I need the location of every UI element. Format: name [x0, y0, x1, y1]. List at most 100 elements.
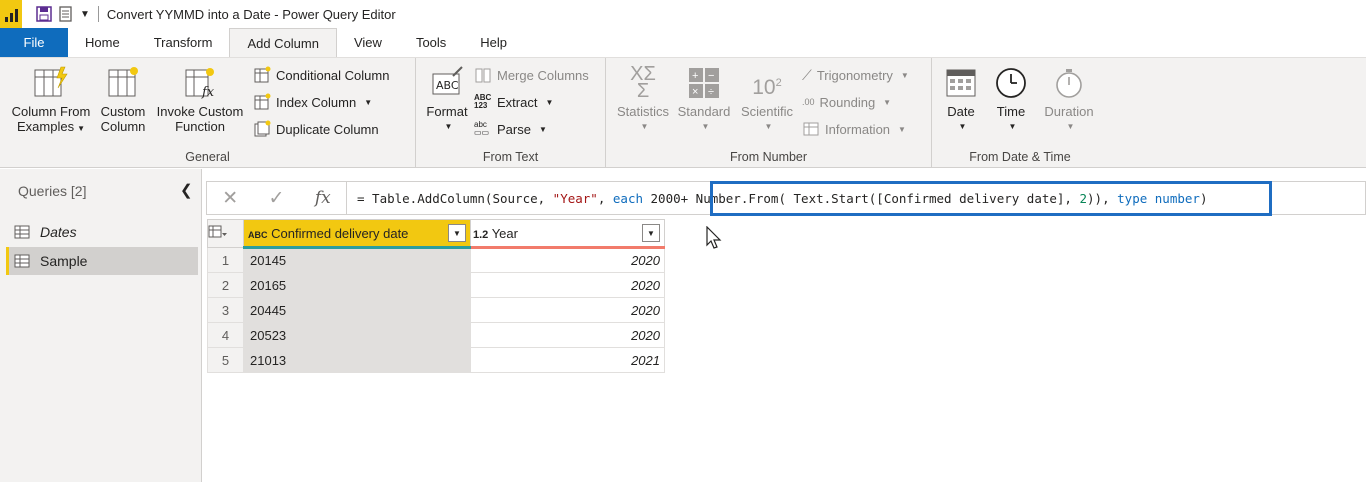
ribbon-tabs: File Home Transform Add Column View Tool… [0, 28, 1366, 58]
row-number[interactable]: 2 [207, 272, 244, 298]
cell-confirmed-delivery-date[interactable]: 20445 [243, 297, 471, 323]
row-number[interactable]: 3 [207, 297, 244, 323]
merge-columns-icon [475, 68, 491, 83]
date-label: Date [947, 104, 975, 119]
grid-header-row: ABC Confirmed delivery date ▼ 1.2 Year ▼ [207, 219, 665, 249]
information-button[interactable]: Information ▼ [802, 118, 906, 140]
cell-year[interactable]: 2020 [470, 247, 665, 273]
column-from-examples-icon [34, 66, 68, 97]
group-label-from-text: From Text [482, 150, 539, 164]
formula-buttons: ✕ ✓ fx [207, 182, 347, 214]
trigonometry-button[interactable]: ⟋ Trigonometry ▼ [802, 64, 909, 86]
information-icon [803, 122, 819, 136]
svg-text:−: − [708, 70, 714, 82]
column-from-examples-button[interactable]: Column From Examples ▼ [8, 66, 94, 136]
duration-label: Duration [1044, 104, 1094, 119]
row-number[interactable]: 5 [207, 347, 244, 373]
format-button[interactable]: ABC Format ▼ [422, 66, 472, 134]
statistics-icon: XΣ Σ [630, 63, 656, 102]
invoke-custom-function-button[interactable]: fx Invoke Custom Function [152, 66, 248, 134]
group-from-number: XΣ Σ Statistics ▼ + − × ÷ Standard ▼ 102 Sci… [606, 58, 932, 168]
cell-confirmed-delivery-date[interactable]: 20165 [243, 272, 471, 298]
parse-button[interactable]: abc ▭▭ Parse ▼ [474, 118, 547, 140]
table-icon [14, 225, 30, 239]
scientific-button[interactable]: 102 Scientific ▼ [736, 66, 798, 134]
power-bi-icon [0, 0, 22, 28]
title-bar: ▼ Convert YYMMD into a Date - Power Quer… [0, 0, 1366, 28]
rounding-icon: .00 [802, 97, 815, 107]
cell-confirmed-delivery-date[interactable]: 20145 [243, 247, 471, 273]
information-label: Information [825, 121, 891, 137]
cell-year[interactable]: 2021 [470, 347, 665, 373]
table-menu-button[interactable] [207, 219, 244, 248]
commit-icon[interactable]: ✓ [269, 187, 285, 210]
table-row: 2 20165 2020 [207, 272, 665, 298]
tab-add-column[interactable]: Add Column [229, 28, 337, 57]
query-item-sample[interactable]: Sample [6, 247, 198, 275]
extract-button[interactable]: ABC 123 Extract ▼ [474, 91, 553, 113]
tab-help[interactable]: Help [463, 28, 524, 57]
extract-icon: ABC 123 [474, 93, 492, 110]
chevron-down-icon: ▼ [701, 122, 710, 131]
tab-transform[interactable]: Transform [137, 28, 230, 57]
row-number[interactable]: 4 [207, 322, 244, 348]
column-header-year[interactable]: 1.2 Year ▼ [470, 219, 665, 249]
row-number[interactable]: 1 [207, 247, 244, 273]
column-from-examples-label-2: Examples [17, 119, 75, 134]
queries-header: Queries [2] [18, 183, 87, 199]
mouse-cursor-icon [706, 226, 722, 249]
statistics-button[interactable]: XΣ Σ Statistics ▼ [614, 63, 672, 134]
tab-tools[interactable]: Tools [399, 28, 463, 57]
rounding-button[interactable]: .00 Rounding ▼ [802, 91, 891, 113]
svg-text:fx: fx [201, 85, 215, 100]
query-item-dates[interactable]: Dates [6, 218, 198, 246]
svg-text:×: × [692, 86, 698, 98]
text-type-icon[interactable]: ABC [248, 230, 268, 240]
table-row: 5 21013 2021 [207, 347, 665, 373]
customize-qat-icon[interactable]: ▼ [80, 9, 90, 20]
custom-column-button[interactable]: Custom Column [96, 66, 150, 134]
table-icon [14, 254, 30, 268]
cell-confirmed-delivery-date[interactable]: 21013 [243, 347, 471, 373]
time-button[interactable]: Time ▼ [988, 66, 1034, 134]
tab-home[interactable]: Home [68, 28, 137, 57]
cell-confirmed-delivery-date[interactable]: 20523 [243, 322, 471, 348]
duplicate-column-label: Duplicate Column [276, 121, 379, 137]
query-item-label: Sample [40, 253, 88, 269]
trigonometry-label: Trigonometry [816, 67, 893, 83]
duration-button[interactable]: Duration ▼ [1038, 66, 1100, 134]
column-filter-button[interactable]: ▼ [448, 224, 466, 242]
clock-icon [996, 68, 1026, 98]
query-item-label: Dates [40, 224, 77, 240]
table-row: 4 20523 2020 [207, 322, 665, 348]
formula-text: , [597, 190, 613, 206]
decimal-type-icon[interactable]: 1.2 [473, 229, 488, 241]
column-header-confirmed-delivery-date[interactable]: ABC Confirmed delivery date ▼ [243, 219, 471, 249]
date-button[interactable]: Date ▼ [938, 66, 984, 134]
fx-icon[interactable]: fx [315, 188, 331, 208]
chevron-down-icon: ▼ [1066, 122, 1075, 131]
tab-file[interactable]: File [0, 28, 68, 57]
index-column-icon [254, 93, 271, 110]
cancel-icon[interactable]: ✕ [222, 187, 238, 210]
chevron-down-icon: ▼ [640, 122, 649, 131]
column-filter-button[interactable]: ▼ [642, 224, 660, 242]
merge-columns-button[interactable]: Merge Columns [474, 64, 589, 86]
table-row: 3 20445 2020 [207, 297, 665, 323]
cell-year[interactable]: 2020 [470, 322, 665, 348]
document-icon[interactable] [58, 6, 74, 22]
index-column-button[interactable]: Index Column ▼ [253, 91, 372, 113]
conditional-column-button[interactable]: Conditional Column [253, 64, 389, 86]
collapse-pane-icon[interactable]: ❮ [180, 181, 193, 199]
chevron-down-icon: ▼ [900, 70, 909, 80]
formula-keyword: each [612, 190, 643, 206]
column-from-examples-label-1: Column From [11, 104, 91, 119]
standard-button[interactable]: + − × ÷ Standard ▼ [674, 66, 734, 134]
cell-year[interactable]: 2020 [470, 297, 665, 323]
cell-year[interactable]: 2020 [470, 272, 665, 298]
group-label-from-number: From Number [729, 150, 808, 164]
chevron-down-icon: ▼ [1008, 122, 1017, 131]
tab-view[interactable]: View [337, 28, 399, 57]
duplicate-column-button[interactable]: Duplicate Column [253, 118, 379, 140]
save-icon[interactable] [36, 6, 52, 22]
